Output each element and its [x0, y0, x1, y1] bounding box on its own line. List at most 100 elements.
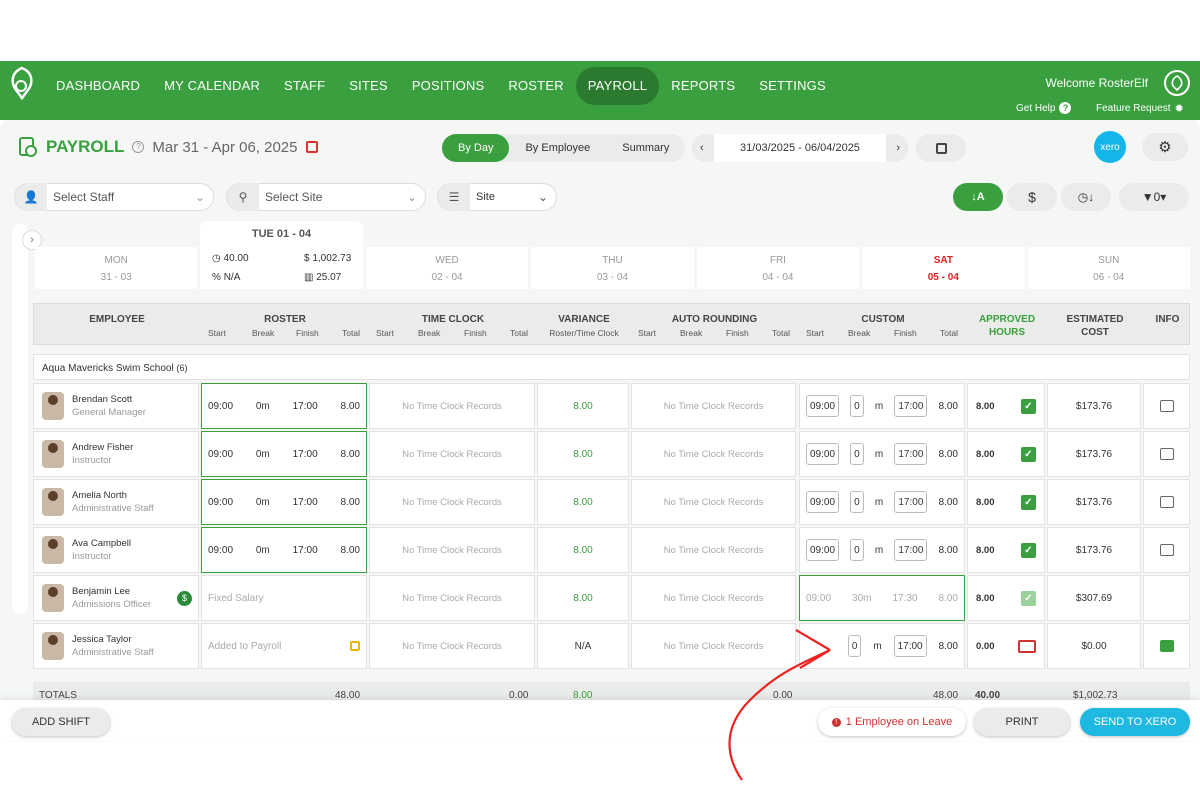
sort-az-button[interactable]: ↓A: [953, 183, 1003, 211]
annotation-arrow: [728, 629, 831, 781]
add-shift-button[interactable]: ADD SHIFT: [12, 708, 110, 736]
employee-cell[interactable]: Amelia North Administrative Staff: [33, 479, 199, 525]
nav-item-reports[interactable]: REPORTS: [659, 67, 747, 105]
approved-check-icon[interactable]: ✓: [1021, 446, 1036, 462]
time-sort-button[interactable]: ◷↓: [1061, 183, 1111, 211]
custom-break-input[interactable]: 0: [850, 491, 864, 513]
employee-cell[interactable]: Ava Campbell Instructor: [33, 527, 199, 573]
day-tab-fri[interactable]: FRI 04 - 04: [696, 247, 860, 289]
send-to-xero-button[interactable]: SEND TO XERO: [1080, 708, 1190, 736]
roster-note: Added to Payroll: [208, 640, 282, 652]
custom-finish-input[interactable]: 17:00: [894, 395, 928, 417]
rosterelf-logo[interactable]: [8, 66, 36, 102]
leave-book-icon[interactable]: [1018, 639, 1036, 653]
tab-summary[interactable]: Summary: [606, 134, 685, 162]
custom-total: 8.00: [938, 640, 958, 652]
roster-finish: 17:00: [292, 400, 318, 412]
comment-icon[interactable]: [1159, 496, 1174, 508]
subhead-finish: Finish: [726, 328, 749, 338]
nav-item-positions[interactable]: POSITIONS: [400, 67, 497, 105]
subhead-start: Start: [638, 328, 656, 338]
tab-by-day[interactable]: By Day: [442, 134, 510, 162]
custom-break-input[interactable]: 0: [850, 443, 864, 465]
minutes-suffix: m: [874, 400, 884, 412]
roster-cell[interactable]: 09:00 0m 17:00 8.00: [201, 527, 367, 573]
custom-start-input[interactable]: 09:00: [806, 395, 840, 417]
day-tab-thu[interactable]: THU 03 - 04: [531, 247, 694, 289]
chevron-right-icon[interactable]: ›: [896, 142, 900, 154]
day-tab-wed[interactable]: WED 02 - 04: [365, 247, 529, 289]
custom-break-input[interactable]: 0: [850, 539, 864, 561]
date-range: Mar 31 - Apr 06, 2025: [152, 138, 298, 156]
comment-icon[interactable]: [1159, 448, 1174, 460]
day-date: 06 - 04: [1093, 272, 1125, 283]
tue-hours-value: 40.00: [223, 253, 249, 264]
roster-cell[interactable]: 09:00 0m 17:00 8.00: [201, 431, 367, 477]
approved-cell: 8.00 ✓: [967, 479, 1045, 525]
group-by-select[interactable]: ☰ Site ⌄: [437, 183, 557, 211]
employee-cell[interactable]: Jessica Taylor Administrative Staff: [33, 623, 199, 669]
calendar-button[interactable]: [916, 134, 966, 162]
user-avatar-icon[interactable]: [1164, 70, 1190, 96]
chevron-left-icon[interactable]: ‹: [700, 142, 704, 154]
calendar-red-icon[interactable]: [305, 141, 318, 153]
custom-finish-input[interactable]: 17:00: [894, 443, 928, 465]
comment-icon[interactable]: [1159, 544, 1174, 556]
roster-cell[interactable]: Added to Payroll: [201, 623, 367, 669]
timeclock-cell: No Time Clock Records: [369, 623, 535, 669]
employee-cell[interactable]: Andrew Fisher Instructor: [33, 431, 199, 477]
gear-icon: ⚙: [1158, 139, 1172, 156]
get-help-label: Get Help: [1016, 102, 1056, 114]
settings-button[interactable]: ⚙: [1142, 133, 1188, 161]
day-tab-sat[interactable]: SAT 05 - 04: [862, 247, 1025, 289]
print-button[interactable]: PRINT: [974, 708, 1070, 736]
nav-item-my-calendar[interactable]: MY CALENDAR: [152, 67, 272, 105]
help-circle-icon[interactable]: ?: [132, 141, 145, 153]
day-tab-tue-active[interactable]: TUE 01 - 04 ◷ 40.00 $ 1,002.73 % N/A ▥ 2…: [200, 221, 363, 289]
nav-item-dashboard[interactable]: DASHBOARD: [44, 67, 152, 105]
custom-start-input[interactable]: 09:00: [806, 491, 840, 513]
feature-request-link[interactable]: Feature Request ✹: [1096, 102, 1184, 115]
custom-finish-input[interactable]: 17:00: [894, 491, 928, 513]
staff-filter[interactable]: 👤 Select Staff ⌄: [14, 183, 214, 211]
xero-button[interactable]: xero: [1094, 131, 1126, 163]
site-filter[interactable]: ⚲ Select Site ⌄: [226, 183, 426, 211]
approved-check-icon[interactable]: ✓: [1021, 398, 1036, 414]
roster-cell[interactable]: Fixed Salary: [201, 575, 367, 621]
roster-cell[interactable]: 09:00 0m 17:00 8.00: [201, 383, 367, 429]
clock-sort-icon: ◷↓: [1077, 190, 1095, 204]
filter-button[interactable]: ▼0▾: [1119, 183, 1189, 211]
approved-cell: 8.00 ✓: [967, 431, 1045, 477]
roster-cell[interactable]: 09:00 0m 17:00 8.00: [201, 479, 367, 525]
approved-check-icon[interactable]: ✓: [1021, 494, 1036, 510]
custom-finish-input[interactable]: 17:00: [893, 635, 927, 657]
side-scroll-track[interactable]: [12, 224, 28, 614]
nav-item-payroll[interactable]: PAYROLL: [575, 67, 660, 105]
day-name: WED: [435, 255, 459, 266]
day-tab-mon[interactable]: MON 31 - 03: [35, 247, 198, 289]
employee-cell[interactable]: Benjamin Lee Admissions Officer $: [33, 575, 199, 621]
comment-filled-icon[interactable]: [1159, 640, 1174, 652]
tab-by-employee[interactable]: By Employee: [509, 134, 606, 162]
comment-icon[interactable]: [1159, 400, 1174, 412]
nav-item-roster[interactable]: ROSTER: [496, 67, 575, 105]
custom-start-input[interactable]: 09:00: [806, 539, 840, 561]
avatar: [42, 440, 64, 468]
date-range-field[interactable]: 31/03/2025 - 06/04/2025: [714, 134, 886, 162]
get-help-link[interactable]: Get Help ?: [1016, 102, 1072, 114]
custom-cell[interactable]: 09:00 30m 17:30 8.00: [799, 575, 965, 621]
custom-finish-input[interactable]: 17:00: [894, 539, 928, 561]
custom-start-input[interactable]: 09:00: [806, 443, 840, 465]
cost-toggle-button[interactable]: $: [1007, 183, 1057, 211]
timeclock-cell: No Time Clock Records: [369, 383, 535, 429]
nav-item-sites[interactable]: SITES: [337, 67, 400, 105]
approved-check-icon[interactable]: ✓: [1021, 542, 1036, 558]
nav-item-staff[interactable]: STAFF: [272, 67, 337, 105]
employee-cell[interactable]: Brendan Scott General Manager: [33, 383, 199, 429]
tue-pct: % N/A: [212, 272, 240, 283]
leave-label: 1 Employee on Leave: [845, 716, 953, 728]
custom-break-input[interactable]: 0: [850, 395, 864, 417]
day-tab-sun[interactable]: SUN 06 - 04: [1027, 247, 1190, 289]
approved-check-icon[interactable]: ✓: [1021, 590, 1036, 606]
nav-item-settings[interactable]: SETTINGS: [747, 67, 838, 105]
